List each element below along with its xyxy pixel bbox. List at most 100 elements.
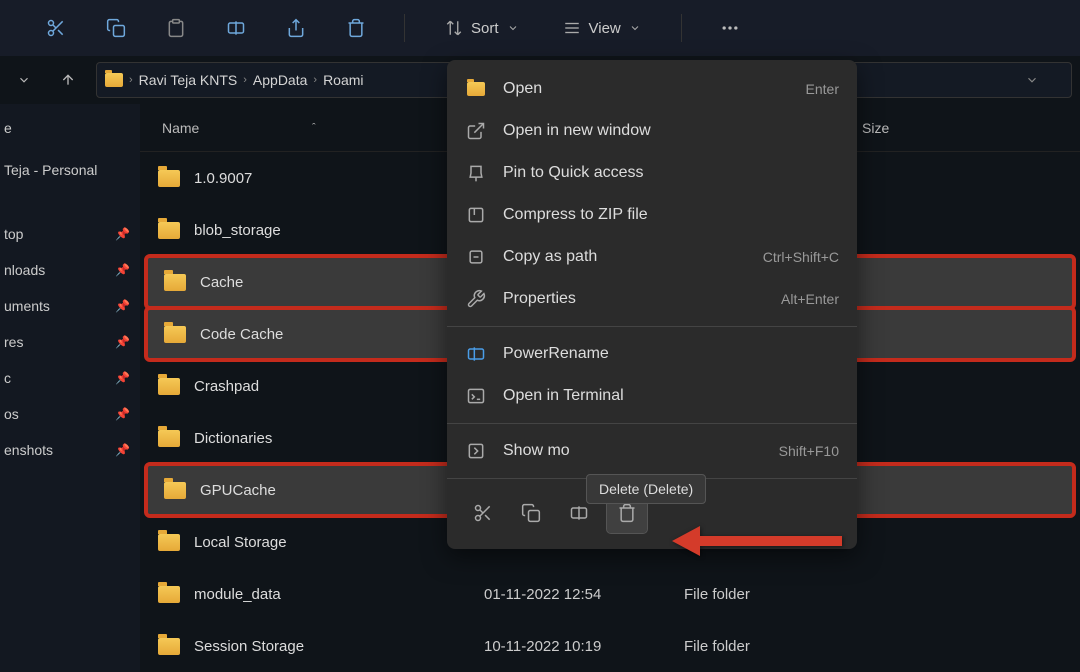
view-button[interactable]: View xyxy=(555,15,649,41)
red-arrow-annotation xyxy=(672,524,842,558)
menu-label: Open in Terminal xyxy=(503,387,823,405)
menu-item[interactable]: Copy as path Ctrl+Shift+C xyxy=(447,236,857,278)
folder-icon xyxy=(158,638,180,655)
more-icon[interactable] xyxy=(714,12,746,44)
sidebar-item[interactable]: uments 📌 xyxy=(0,288,140,324)
sidebar-item-label: os xyxy=(4,406,19,422)
file-date: 10-11-2022 10:19 xyxy=(484,638,684,655)
menu-item[interactable]: Open Enter xyxy=(447,68,857,110)
chevron-right-icon: › xyxy=(243,74,247,86)
column-size[interactable]: Size xyxy=(862,120,962,136)
sidebar-item[interactable]: enshots 📌 xyxy=(0,432,140,468)
pin-icon: 📌 xyxy=(115,227,130,241)
toolbar-divider xyxy=(681,14,682,42)
menu-item[interactable]: Pin to Quick access xyxy=(447,152,857,194)
sidebar-item-label: uments xyxy=(4,298,50,314)
sort-label: Sort xyxy=(471,20,499,37)
folder-icon xyxy=(158,586,180,603)
file-date: 01-11-2022 12:54 xyxy=(484,586,684,603)
sidebar-item[interactable]: nloads 📌 xyxy=(0,252,140,288)
pin-icon: 📌 xyxy=(115,299,130,313)
folder-icon xyxy=(164,482,186,499)
file-name: Local Storage xyxy=(194,534,484,551)
share-icon[interactable] xyxy=(280,12,312,44)
menu-copy-icon[interactable] xyxy=(511,493,551,533)
delete-icon[interactable] xyxy=(340,12,372,44)
zip-icon xyxy=(465,204,487,226)
folder-icon xyxy=(158,430,180,447)
toolbar-divider xyxy=(404,14,405,42)
menu-shortcut: Ctrl+Shift+C xyxy=(763,249,839,265)
chevron-right-icon: › xyxy=(313,74,317,86)
menu-label: Pin to Quick access xyxy=(503,164,823,182)
pin-icon: 📌 xyxy=(115,443,130,457)
paste-icon[interactable] xyxy=(160,12,192,44)
menu-item[interactable]: Show mo Shift+F10 xyxy=(447,430,857,472)
menu-item[interactable]: Compress to ZIP file xyxy=(447,194,857,236)
pin-icon xyxy=(465,162,487,184)
menu-label: Copy as path xyxy=(503,248,747,266)
chevron-down-icon[interactable] xyxy=(1025,73,1063,87)
column-name[interactable]: Name ˆ xyxy=(152,120,482,136)
breadcrumb-item[interactable]: Roami xyxy=(323,72,363,88)
menu-label: Open in new window xyxy=(503,122,823,140)
toolbar: Sort View xyxy=(0,0,1080,56)
sidebar-item-label: enshots xyxy=(4,442,53,458)
rename-icon[interactable] xyxy=(220,12,252,44)
menu-item[interactable]: Properties Alt+Enter xyxy=(447,278,857,320)
menu-label: Compress to ZIP file xyxy=(503,206,823,224)
terminal-icon xyxy=(465,385,487,407)
file-name: Dictionaries xyxy=(194,430,484,447)
file-name: blob_storage xyxy=(194,222,484,239)
breadcrumb-item[interactable]: Ravi Teja KNTS xyxy=(139,72,238,88)
cut-icon[interactable] xyxy=(40,12,72,44)
menu-shortcut: Shift+F10 xyxy=(779,443,839,459)
menu-label: Properties xyxy=(503,290,765,308)
rename-icon xyxy=(465,343,487,365)
more-icon xyxy=(465,440,487,462)
copy-icon[interactable] xyxy=(100,12,132,44)
table-row[interactable]: module_data 01-11-2022 12:54 File folder xyxy=(140,568,1080,620)
menu-item[interactable]: Open in new window xyxy=(447,110,857,152)
sidebar-item[interactable]: top📌 xyxy=(0,216,140,252)
sidebar-item[interactable]: c📌 xyxy=(0,360,140,396)
file-name: Crashpad xyxy=(194,378,484,395)
menu-label: Open xyxy=(503,80,790,98)
sidebar: e Teja - Personal top📌 nloads 📌 uments 📌 res 📌… xyxy=(0,104,140,672)
breadcrumb-item[interactable]: AppData xyxy=(253,72,307,88)
menu-item[interactable]: Open in Terminal xyxy=(447,375,857,417)
sort-button[interactable]: Sort xyxy=(437,15,527,41)
sidebar-item-label: nloads xyxy=(4,262,45,278)
pin-icon: 📌 xyxy=(115,407,130,421)
sidebar-personal[interactable]: Teja - Personal xyxy=(0,148,140,192)
file-type: File folder xyxy=(684,638,864,655)
sidebar-item-label: res xyxy=(4,334,23,350)
sidebar-header: e xyxy=(0,104,140,148)
menu-cut-icon[interactable] xyxy=(463,493,503,533)
pin-icon: 📌 xyxy=(115,263,130,277)
folder-icon xyxy=(158,534,180,551)
file-name: 1.0.9007 xyxy=(194,170,484,187)
folder-icon xyxy=(158,378,180,395)
file-name: module_data xyxy=(194,586,484,603)
nav-up[interactable] xyxy=(52,64,84,96)
sidebar-item[interactable]: res 📌 xyxy=(0,324,140,360)
folder-icon xyxy=(158,170,180,187)
menu-item[interactable]: PowerRename xyxy=(447,333,857,375)
file-name: Session Storage xyxy=(194,638,484,655)
pin-icon: 📌 xyxy=(115,335,130,349)
wrench-icon xyxy=(465,288,487,310)
menu-label: PowerRename xyxy=(503,345,823,363)
open-new-icon xyxy=(465,120,487,142)
folder-icon xyxy=(465,78,487,100)
folder-icon xyxy=(164,326,186,343)
nav-back-dropdown[interactable] xyxy=(8,64,40,96)
sort-indicator-icon: ˆ xyxy=(312,122,316,134)
table-row[interactable]: Session Storage 10-11-2022 10:19 File fo… xyxy=(140,620,1080,672)
copy-path-icon xyxy=(465,246,487,268)
sidebar-item-label: c xyxy=(4,370,11,386)
menu-label: Show mo xyxy=(503,442,763,460)
sidebar-item[interactable]: os 📌 xyxy=(0,396,140,432)
view-label: View xyxy=(589,20,621,37)
file-type: File folder xyxy=(684,586,864,603)
